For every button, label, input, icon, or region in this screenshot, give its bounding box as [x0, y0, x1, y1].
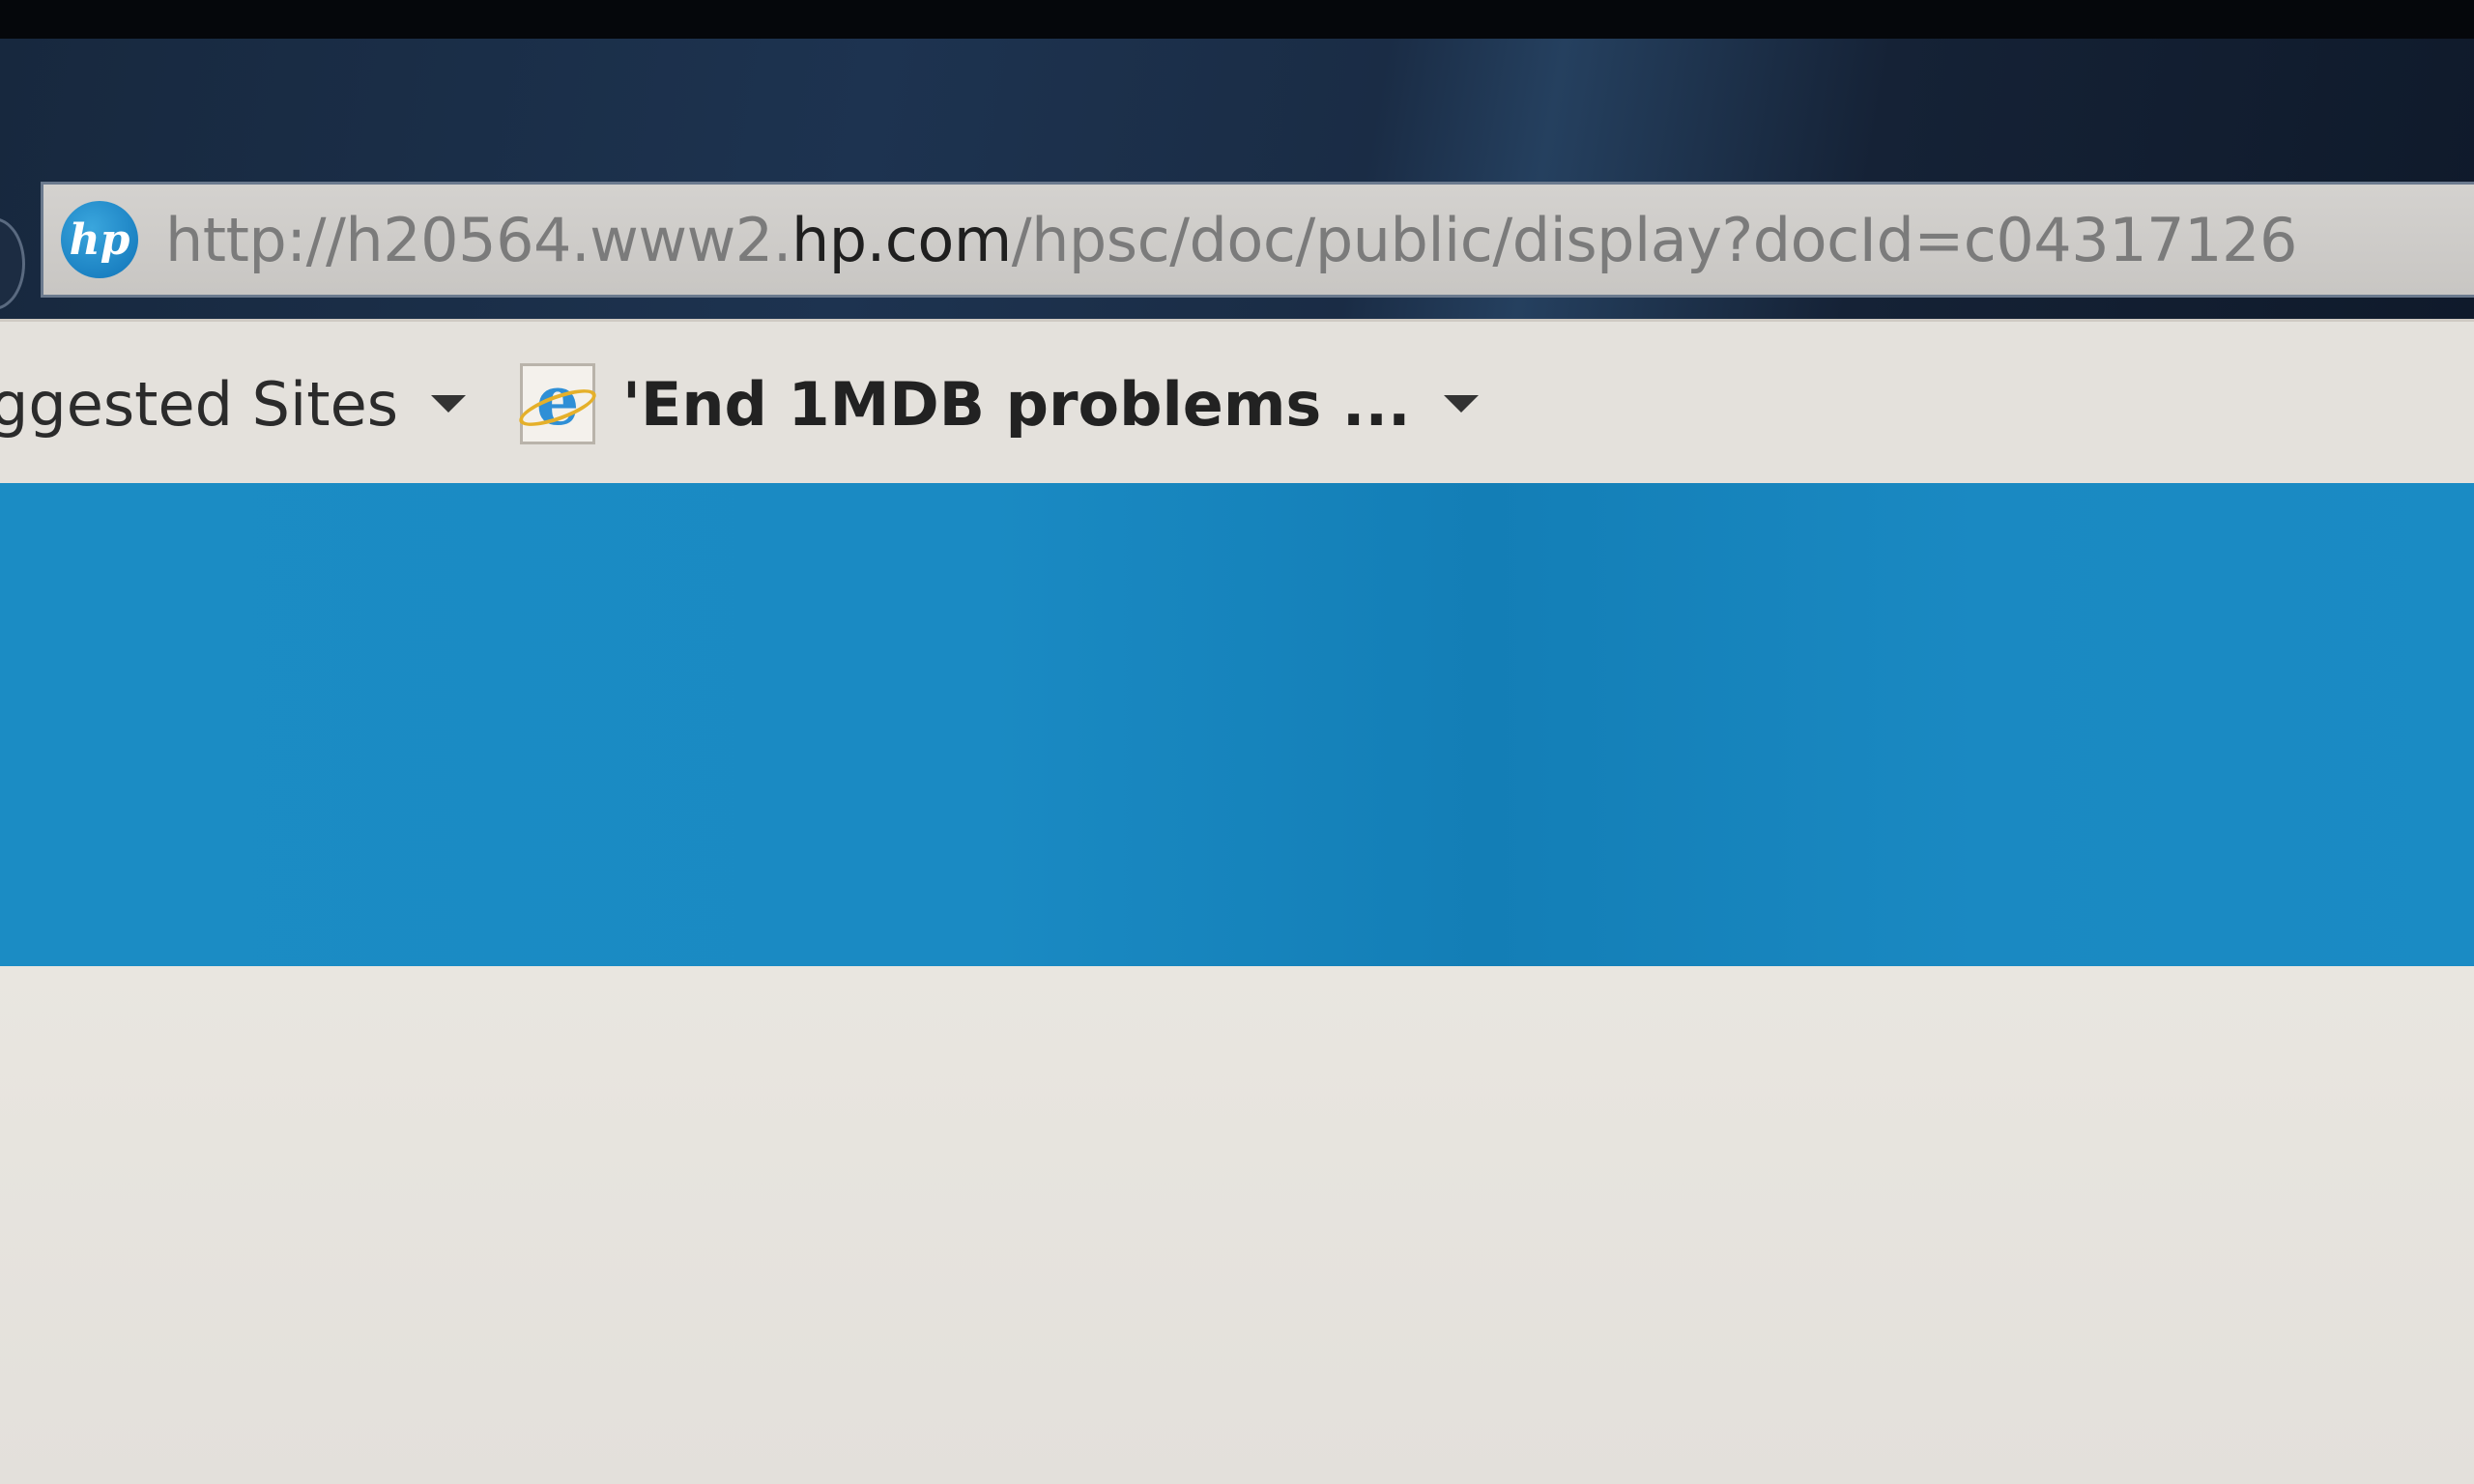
favorites-item-label: 'End 1MDB problems ... — [622, 368, 1411, 440]
address-bar[interactable]: hp http://h20564.www2.hp.com/hpsc/doc/pu… — [41, 182, 2474, 298]
favorites-item-article[interactable]: e 'End 1MDB problems ... — [515, 363, 1479, 444]
favorites-item-label: ggested Sites — [0, 368, 399, 440]
ie-page-icon: e — [515, 363, 600, 444]
url-path: /hpsc/doc/public/display?docId=c04317126 — [1011, 204, 2298, 275]
page-content-area — [0, 966, 2474, 1484]
page-header-banner — [0, 483, 2474, 966]
back-button[interactable] — [0, 217, 25, 310]
hp-logo-icon: hp — [61, 201, 138, 278]
favorites-bar: ggested Sites e 'End 1MDB problems ... — [0, 319, 2474, 486]
chevron-down-icon[interactable] — [1443, 395, 1479, 413]
url-domain: hp.com — [791, 204, 1012, 275]
screen: hp http://h20564.www2.hp.com/hpsc/doc/pu… — [0, 0, 2474, 1484]
favorites-item-suggested-sites[interactable]: ggested Sites — [0, 368, 467, 440]
url-input[interactable]: http://h20564.www2.hp.com/hpsc/doc/publi… — [165, 205, 2297, 275]
url-prefix: http://h20564.www2. — [165, 204, 791, 275]
chevron-down-icon[interactable] — [431, 395, 467, 413]
